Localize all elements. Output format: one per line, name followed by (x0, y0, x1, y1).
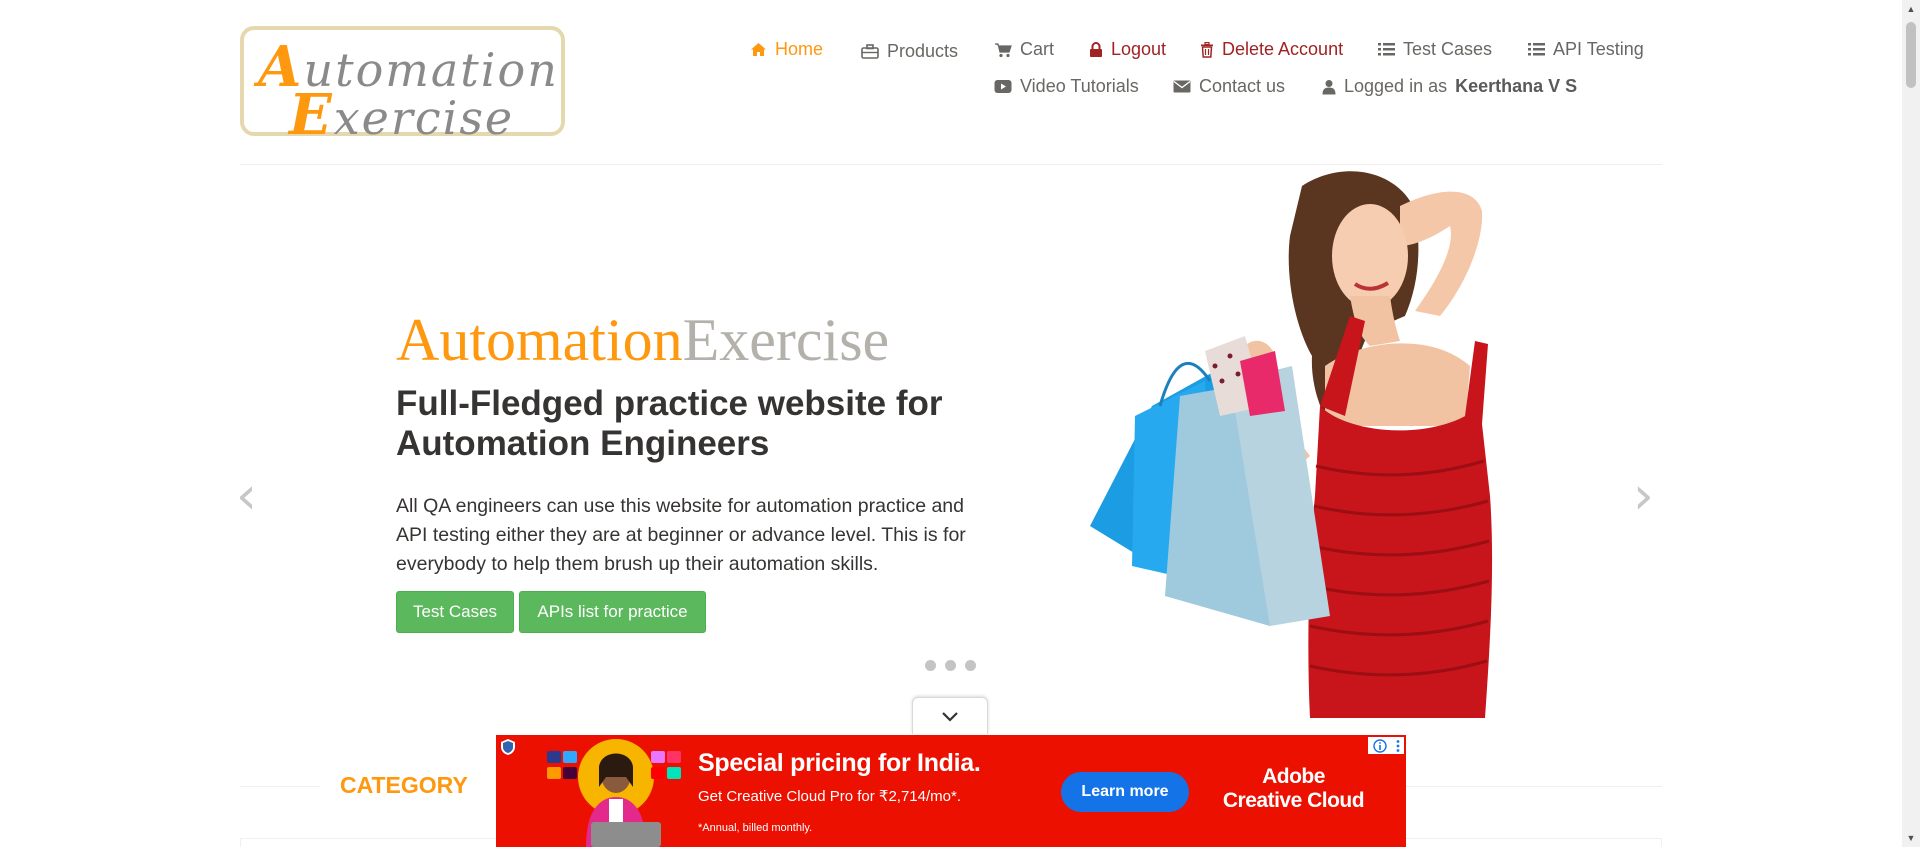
nav-video-tutorials-label: Video Tutorials (1020, 76, 1139, 96)
nav-products[interactable]: Products (861, 41, 958, 62)
carousel-prev-arrow[interactable]: ‹ (236, 466, 257, 526)
logged-in-username: Keerthana V S (1455, 76, 1578, 96)
user-icon (1322, 79, 1336, 94)
header-divider (240, 164, 1662, 165)
shield-icon (501, 739, 515, 755)
nav-delete-account-label: Delete Account (1222, 39, 1344, 59)
nav-products-label: Products (887, 41, 959, 61)
carousel-dot-3[interactable] (965, 660, 976, 671)
ad-learn-more-button[interactable]: Learn more (1061, 772, 1189, 812)
youtube-play-icon (994, 80, 1012, 93)
category-rule-right (1406, 786, 1662, 787)
nav-logged-in-as: Logged in as Keerthana V S (1322, 76, 1577, 97)
briefcase-icon (861, 44, 879, 59)
nav-contact-us-label: Contact us (1199, 76, 1286, 96)
hero-brand: AutomationExercise (396, 307, 890, 373)
site-logo[interactable]: Automation Exercise (240, 26, 565, 148)
more-options-icon[interactable] (1396, 739, 1400, 753)
list-icon (1528, 43, 1545, 56)
scrollbar-thumb[interactable] (1906, 22, 1916, 88)
ad-info-controls[interactable] (1368, 737, 1404, 754)
envelope-icon (1173, 80, 1191, 93)
nav-video-tutorials[interactable]: Video Tutorials (994, 76, 1139, 97)
nav-cart[interactable]: Cart (994, 39, 1054, 60)
ad-brand-line-1: Adobe (1262, 765, 1325, 788)
home-icon (751, 43, 766, 56)
category-title: CATEGORY (340, 772, 468, 799)
nav-home[interactable]: Home (750, 39, 823, 60)
nav-test-cases-label: Test Cases (1403, 39, 1493, 59)
test-cases-button[interactable]: Test Cases (396, 591, 514, 633)
carousel-dot-2[interactable] (945, 660, 956, 671)
ad-footnote: *Annual, billed monthly. (698, 822, 813, 834)
hero-description: All QA engineers can use this website fo… (396, 495, 966, 575)
ad-brand-line-2: Creative Cloud (1222, 789, 1365, 812)
scroll-up-arrow-icon[interactable]: ▲ (1902, 0, 1920, 18)
nav-contact-us[interactable]: Contact us (1173, 76, 1285, 97)
list-icon (1378, 43, 1395, 56)
nav-api-testing[interactable]: API Testing (1528, 39, 1644, 60)
ad-subtext: Get Creative Cloud Pro for ₹2,714/mo*. (698, 788, 961, 805)
logo-line-2: Exercise (289, 82, 515, 148)
cart-icon (995, 42, 1012, 57)
lock-icon (1090, 41, 1102, 57)
scroll-down-arrow-icon[interactable]: ▼ (1902, 829, 1920, 847)
nav-delete-account[interactable]: Delete Account (1200, 39, 1343, 60)
nav-logout-label: Logout (1111, 39, 1167, 59)
nav-home-label: Home (775, 39, 824, 59)
logged-in-prefix: Logged in as (1344, 76, 1448, 96)
carousel-next-arrow[interactable]: › (1633, 466, 1654, 526)
ad-collapse-toggle[interactable] (912, 697, 988, 734)
apis-list-button[interactable]: APIs list for practice (519, 591, 706, 633)
vertical-scrollbar[interactable] (1902, 0, 1920, 847)
nav-api-testing-label: API Testing (1553, 39, 1644, 59)
hero-heading: Full-Fledged practice website for Automa… (396, 384, 943, 463)
hero-girl-image (1090, 171, 1493, 718)
nav-cart-label: Cart (1020, 39, 1055, 59)
info-icon[interactable] (1372, 738, 1387, 753)
carousel-dot-1[interactable] (925, 660, 936, 671)
chevron-down-icon (942, 711, 958, 722)
ad-headline: Special pricing for India. (698, 749, 981, 777)
nav-logout[interactable]: Logout (1089, 39, 1166, 60)
category-rule-left (240, 786, 320, 787)
nav-test-cases[interactable]: Test Cases (1378, 39, 1492, 60)
trash-icon (1201, 41, 1213, 58)
ad-person-image (547, 739, 681, 847)
ad-banner[interactable]: Special pricing for India. Get Creative … (496, 735, 1406, 847)
